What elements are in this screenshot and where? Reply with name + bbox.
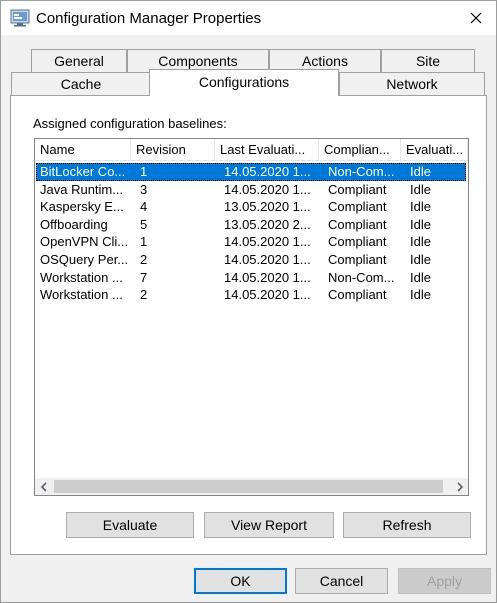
cell-compliance: Compliant (328, 252, 387, 267)
scroll-right-button[interactable] (451, 478, 468, 495)
tab-site[interactable]: Site (381, 49, 475, 72)
cell-revision: 2 (140, 252, 148, 267)
column-header-last-evaluation[interactable]: Last Evaluati... (215, 139, 319, 161)
cell-evaluation-state: Idle (410, 234, 431, 250)
cell-last-evaluation: 14.05.2020 1... (224, 252, 311, 267)
cell-compliance: Compliant (328, 287, 387, 303)
cell-last-evaluation: 14.05.2020 1... (224, 181, 311, 197)
column-header-revision[interactable]: Revision (131, 139, 215, 161)
cancel-button[interactable]: Cancel (295, 568, 388, 594)
cell-last-evaluation: 14.05.2020 1... (224, 234, 311, 250)
cell-name: BitLocker Co... (40, 164, 126, 179)
tab-configurations[interactable]: Configurations (149, 69, 339, 96)
properties-dialog: Configuration Manager Properties General… (0, 0, 497, 603)
cell-evaluation-state: Idle (410, 269, 431, 285)
cell-evaluation-state: Idle (410, 216, 431, 232)
cell-last-evaluation: 13.05.2020 2... (224, 216, 311, 232)
title-bar: Configuration Manager Properties (1, 1, 496, 35)
cell-name: Offboarding (40, 216, 108, 232)
cell-compliance: Compliant (328, 216, 387, 232)
baselines-list[interactable]: Name Revision Last Evaluati... Complian.… (34, 138, 469, 496)
cell-name: OpenVPN Cli... (40, 234, 129, 250)
view-report-button[interactable]: View Report (204, 512, 334, 538)
tab-network[interactable]: Network (339, 72, 485, 95)
list-row[interactable]: Workstation ... 2 14.05.2020 1... Compliant… (36, 286, 466, 304)
cell-revision: 5 (140, 216, 148, 232)
configurations-tab-panel: Assigned configuration baselines: Name R… (10, 95, 487, 555)
ok-button[interactable]: OK (194, 568, 287, 594)
configuration-manager-icon (10, 9, 30, 27)
list-row[interactable]: OSQuery Per... 2 14.05.2020 1... Compliant I… (36, 251, 466, 269)
cell-name: Workstation ... (40, 269, 123, 285)
list-row[interactable]: Workstation ... 7 14.05.2020 1... Non-Com..… (36, 269, 466, 287)
cell-evaluation-state: Idle (410, 164, 431, 179)
cell-revision: 3 (140, 181, 148, 197)
cell-evaluation-state: Idle (410, 252, 431, 267)
cell-last-evaluation: 14.05.2020 1... (224, 164, 311, 179)
column-header-name[interactable]: Name (35, 139, 131, 161)
cell-compliance: Compliant (328, 199, 387, 215)
cell-name: Kaspersky E... (40, 199, 124, 215)
cell-name: OSQuery Per... (40, 252, 129, 267)
chevron-right-icon (456, 479, 464, 495)
cell-name: Java Runtim... (40, 181, 124, 197)
cell-compliance: Compliant (328, 234, 387, 250)
cell-compliance: Non-Com... (328, 269, 395, 285)
list-row[interactable]: BitLocker Co... 1 14.05.2020 1... Non-Com..… (36, 163, 466, 181)
cell-evaluation-state: Idle (410, 199, 431, 215)
tab-general[interactable]: General (31, 49, 127, 72)
refresh-button[interactable]: Refresh (343, 512, 471, 538)
cell-compliance: Compliant (328, 181, 387, 197)
window-title: Configuration Manager Properties (36, 10, 262, 27)
cell-last-evaluation: 14.05.2020 1... (224, 269, 311, 285)
list-row[interactable]: Offboarding 5 13.05.2020 2... Compliant Idle (36, 216, 466, 234)
column-header-compliance[interactable]: Complian... (319, 139, 401, 161)
list-row[interactable]: Java Runtim... 3 14.05.2020 1... Compliant I… (36, 181, 466, 199)
scroll-left-button[interactable] (35, 478, 52, 495)
list-row[interactable]: Kaspersky E... 4 13.05.2020 1... Compliant I… (36, 198, 466, 216)
cell-revision: 2 (140, 287, 148, 303)
cell-evaluation-state: Idle (410, 181, 431, 197)
cell-evaluation-state: Idle (410, 287, 431, 303)
list-row[interactable]: OpenVPN Cli... 1 14.05.2020 1... Compliant I… (36, 233, 466, 251)
apply-button[interactable]: Apply (398, 568, 491, 594)
cell-revision: 1 (140, 164, 148, 179)
cell-compliance: Non-Com... (328, 164, 395, 179)
column-header-evaluation-state[interactable]: Evaluati... (401, 139, 468, 161)
close-icon (470, 12, 482, 24)
list-header: Name Revision Last Evaluati... Complian.… (35, 139, 468, 161)
chevron-left-icon (40, 479, 48, 495)
cell-name: Workstation ... (40, 287, 123, 303)
assigned-baselines-label: Assigned configuration baselines: (33, 116, 227, 131)
horizontal-scrollbar[interactable] (35, 478, 468, 495)
cell-last-evaluation: 14.05.2020 1... (224, 287, 311, 303)
cell-last-evaluation: 13.05.2020 1... (224, 199, 311, 215)
tab-cache[interactable]: Cache (11, 72, 151, 95)
cell-revision: 1 (140, 234, 148, 250)
cell-revision: 7 (140, 269, 148, 285)
cell-revision: 4 (140, 199, 148, 215)
close-button[interactable] (455, 1, 496, 35)
scrollbar-thumb[interactable] (54, 480, 443, 493)
evaluate-button[interactable]: Evaluate (66, 512, 194, 538)
